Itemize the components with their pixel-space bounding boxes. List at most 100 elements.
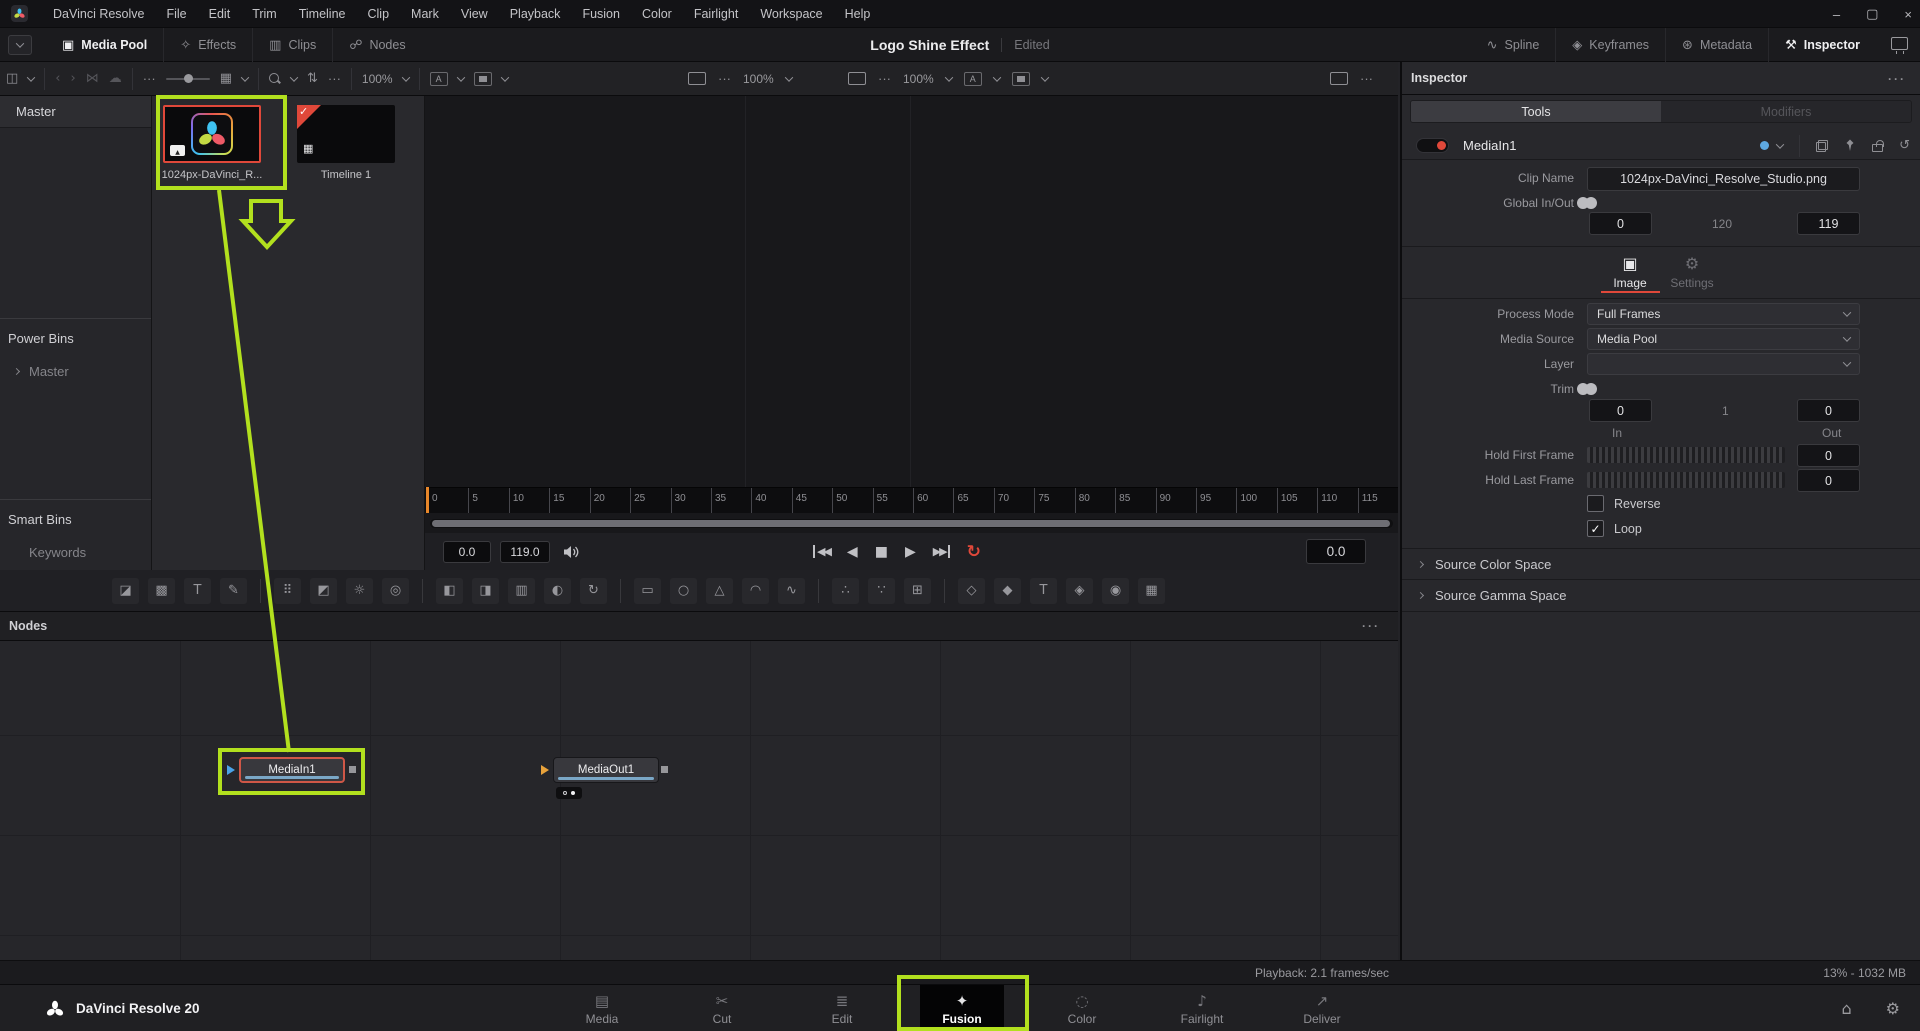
- fusion-tool-icon[interactable]: ∵: [868, 578, 895, 604]
- fusion-tool-icon[interactable]: ☼: [346, 578, 373, 604]
- fusion-tool-icon[interactable]: ↻: [580, 578, 607, 604]
- fusion-tool-icon[interactable]: ◐: [544, 578, 571, 604]
- hold-last-frame-track[interactable]: [1587, 472, 1785, 488]
- fusion-tool-icon[interactable]: △: [706, 578, 733, 604]
- chevron-down-icon[interactable]: [290, 73, 298, 81]
- menu-item[interactable]: Color: [631, 0, 683, 28]
- node-mediaout1[interactable]: MediaOut1: [553, 757, 659, 783]
- fusion-tool-icon[interactable]: ◪: [112, 578, 139, 604]
- clip-name-field[interactable]: 1024px-DaVinci_Resolve_Studio.png: [1587, 167, 1860, 191]
- master-bin-header[interactable]: Master: [0, 96, 151, 128]
- fusion-tool-icon[interactable]: [260, 579, 261, 603]
- hold-first-frame-track[interactable]: [1587, 447, 1785, 463]
- trim-in-field[interactable]: 0: [1589, 399, 1652, 422]
- fusion-tool-icon[interactable]: ◇: [958, 578, 985, 604]
- stop-button[interactable]: ■: [875, 544, 888, 560]
- fusion-tool-icon[interactable]: ◉: [1102, 578, 1129, 604]
- process-mode-select[interactable]: Full Frames: [1587, 303, 1860, 325]
- fusion-tool-icon[interactable]: ◩: [310, 578, 337, 604]
- hold-first-frame-field[interactable]: 0: [1797, 444, 1860, 467]
- fusion-tool-icon[interactable]: T: [184, 578, 211, 604]
- loop-checkbox[interactable]: ✓: [1587, 520, 1604, 537]
- tab-tools[interactable]: Tools: [1411, 101, 1661, 122]
- panel-toggle-button[interactable]: ◈ Keyframes: [1555, 28, 1665, 62]
- speaker-icon[interactable]: [563, 545, 581, 559]
- source-gamma-space-section[interactable]: Source Gamma Space: [1402, 580, 1920, 610]
- sort-icon[interactable]: ⇅: [307, 71, 318, 86]
- page-button[interactable]: ≣ Edit: [800, 985, 884, 1031]
- fusion-tool-icon[interactable]: ▦: [1138, 578, 1165, 604]
- cloud-sync-icon[interactable]: ☁: [109, 71, 122, 86]
- panel-toggle-button[interactable]: ▥ Clips: [252, 28, 332, 62]
- chevron-down-icon[interactable]: [27, 73, 35, 81]
- page-button[interactable]: ▤ Media: [560, 985, 644, 1031]
- last-frame-button[interactable]: ▶▶: [933, 545, 950, 558]
- menu-item[interactable]: Timeline: [288, 0, 357, 28]
- page-button[interactable]: ♪ Fairlight: [1160, 985, 1244, 1031]
- slider-handle-out[interactable]: [1577, 383, 1589, 395]
- layer-select[interactable]: [1587, 353, 1860, 375]
- frame-counter-field[interactable]: 0.0: [1306, 539, 1366, 564]
- fusion-tool-icon[interactable]: ∿: [778, 578, 805, 604]
- home-icon[interactable]: ⌂: [1842, 999, 1852, 1018]
- mediaout-input-port[interactable]: [541, 765, 549, 775]
- single-viewer-icon[interactable]: [848, 72, 866, 85]
- annotation-a-icon[interactable]: A: [964, 72, 982, 86]
- copy-settings-icon[interactable]: [1816, 140, 1828, 152]
- reset-icon[interactable]: ↺: [1899, 138, 1910, 153]
- menu-item[interactable]: Clip: [357, 0, 401, 28]
- current-time-field[interactable]: 0.0: [443, 541, 491, 563]
- more-options-icon[interactable]: ···: [718, 71, 731, 86]
- fusion-tool-icon[interactable]: ▩: [148, 578, 175, 604]
- right-viewer-zoom-value[interactable]: 100%: [903, 72, 934, 86]
- bin-list-toggle-icon[interactable]: ◫: [6, 71, 18, 86]
- mediaout-output-port[interactable]: [661, 766, 668, 773]
- menu-item[interactable]: Fairlight: [683, 0, 749, 28]
- global-out-field[interactable]: 119: [1797, 212, 1860, 235]
- timeline-thumbnail[interactable]: ✓ ▦: [297, 105, 395, 163]
- menu-item[interactable]: View: [450, 0, 499, 28]
- search-icon[interactable]: [269, 73, 281, 85]
- panel-toggle-button[interactable]: ▣ Media Pool: [46, 28, 163, 62]
- node-color-dot[interactable]: [1760, 141, 1769, 150]
- fusion-tool-icon[interactable]: ◆: [994, 578, 1021, 604]
- fusion-tool-icon[interactable]: ∴: [832, 578, 859, 604]
- smart-bins-keywords-item[interactable]: Keywords: [0, 545, 151, 560]
- slider-handle-out[interactable]: [1577, 197, 1589, 209]
- single-viewer-icon[interactable]: [688, 72, 706, 85]
- fusion-tool-icon[interactable]: [422, 579, 423, 603]
- menu-item[interactable]: File: [155, 0, 197, 28]
- chevron-down-icon[interactable]: [241, 73, 249, 81]
- menu-item[interactable]: Help: [834, 0, 882, 28]
- page-button[interactable]: ✂ Cut: [680, 985, 764, 1031]
- page-button[interactable]: ◌ Color: [1040, 985, 1124, 1031]
- chevron-down-icon[interactable]: [500, 73, 508, 81]
- close-button[interactable]: ×: [1904, 7, 1912, 22]
- maximize-button[interactable]: ▢: [1866, 6, 1878, 22]
- page-button[interactable]: ✦ Fusion: [920, 985, 1004, 1031]
- tab-image[interactable]: ▣ Image: [1595, 254, 1665, 290]
- fusion-tool-icon[interactable]: T: [1030, 578, 1057, 604]
- fusion-tool-icon[interactable]: ▭: [634, 578, 661, 604]
- chevron-down-icon[interactable]: [1776, 140, 1784, 148]
- scrollbar-thumb[interactable]: [432, 520, 1390, 527]
- reverse-checkbox[interactable]: [1587, 495, 1604, 512]
- fill-box-icon[interactable]: [474, 72, 492, 86]
- node-mediain1[interactable]: MediaIn1: [239, 757, 345, 783]
- fusion-tool-icon[interactable]: [944, 579, 945, 603]
- timeline-scrollbar[interactable]: [430, 519, 1393, 528]
- fusion-tool-icon[interactable]: ○: [670, 578, 697, 604]
- fusion-tool-icon[interactable]: ◧: [436, 578, 463, 604]
- lock-open-icon[interactable]: [1872, 140, 1883, 152]
- fusion-tool-icon[interactable]: ▥: [508, 578, 535, 604]
- source-color-space-section[interactable]: Source Color Space: [1402, 549, 1920, 579]
- mediain-output-port[interactable]: [349, 766, 356, 773]
- left-viewer-zoom-value[interactable]: 100%: [743, 72, 774, 86]
- media-pool-zoom-value[interactable]: 100%: [362, 72, 393, 86]
- page-button[interactable]: ↗ Deliver: [1280, 985, 1364, 1031]
- chevron-down-icon[interactable]: [784, 73, 792, 81]
- relink-icon[interactable]: ⋈: [86, 71, 99, 86]
- annotation-a-icon[interactable]: A: [430, 72, 448, 86]
- panel-toggle-button[interactable]: ⚒ Inspector: [1768, 28, 1876, 62]
- menu-item[interactable]: Edit: [198, 0, 242, 28]
